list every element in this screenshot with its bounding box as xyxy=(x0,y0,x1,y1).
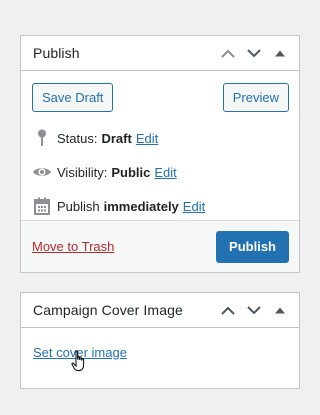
edit-visibility-link[interactable]: Edit xyxy=(154,165,176,180)
minor-publishing-actions: Save Draft Preview xyxy=(21,71,299,121)
triangle-up-icon xyxy=(275,50,285,57)
visibility-row: Visibility: Public Edit xyxy=(21,155,299,189)
move-up-button[interactable] xyxy=(215,36,241,71)
save-draft-button[interactable]: Save Draft xyxy=(32,83,114,112)
toggle-panel-button[interactable] xyxy=(267,36,293,71)
move-down-button[interactable] xyxy=(241,36,267,71)
publish-meta-box: Publish Save Draft Preview Status: Draft E… xyxy=(20,35,300,273)
post-status-row: Status: Draft Edit xyxy=(21,121,299,155)
chevron-down-icon xyxy=(247,306,261,315)
cover-box-title: Campaign Cover Image xyxy=(33,302,183,318)
toggle-panel-button[interactable] xyxy=(267,293,293,328)
publish-schedule-row: Publish immediately Edit xyxy=(21,189,299,223)
schedule-label: Publish xyxy=(57,198,100,214)
publish-box-title: Publish xyxy=(33,45,80,61)
major-publishing-actions: Move to Trash Publish xyxy=(21,220,299,272)
campaign-cover-image-box: Campaign Cover Image Set cover image xyxy=(20,292,300,389)
calendar-icon xyxy=(32,196,52,216)
status-label: Status: xyxy=(57,130,98,146)
chevron-up-icon xyxy=(221,306,235,315)
cover-box-handle-actions xyxy=(215,293,293,328)
triangle-up-icon xyxy=(275,307,285,314)
visibility-label: Visibility: xyxy=(57,164,108,180)
chevron-down-icon xyxy=(247,49,261,58)
move-to-trash-link[interactable]: Move to Trash xyxy=(32,239,114,254)
move-up-button[interactable] xyxy=(215,293,241,328)
edit-schedule-link[interactable]: Edit xyxy=(183,199,205,214)
publish-box-header: Publish xyxy=(21,36,299,71)
cover-box-inside: Set cover image xyxy=(21,328,299,371)
set-cover-image-link[interactable]: Set cover image xyxy=(33,345,127,360)
edit-status-link[interactable]: Edit xyxy=(136,131,158,146)
move-down-button[interactable] xyxy=(241,293,267,328)
schedule-value: immediately xyxy=(103,198,179,214)
chevron-up-icon xyxy=(221,49,235,58)
eye-icon xyxy=(32,162,52,182)
status-value: Draft xyxy=(101,130,132,146)
visibility-value: Public xyxy=(111,164,151,180)
publish-button[interactable]: Publish xyxy=(216,231,289,263)
cover-box-header: Campaign Cover Image xyxy=(21,293,299,328)
preview-button[interactable]: Preview xyxy=(222,83,289,112)
pin-icon xyxy=(32,128,52,148)
publish-box-handle-actions xyxy=(215,36,293,71)
